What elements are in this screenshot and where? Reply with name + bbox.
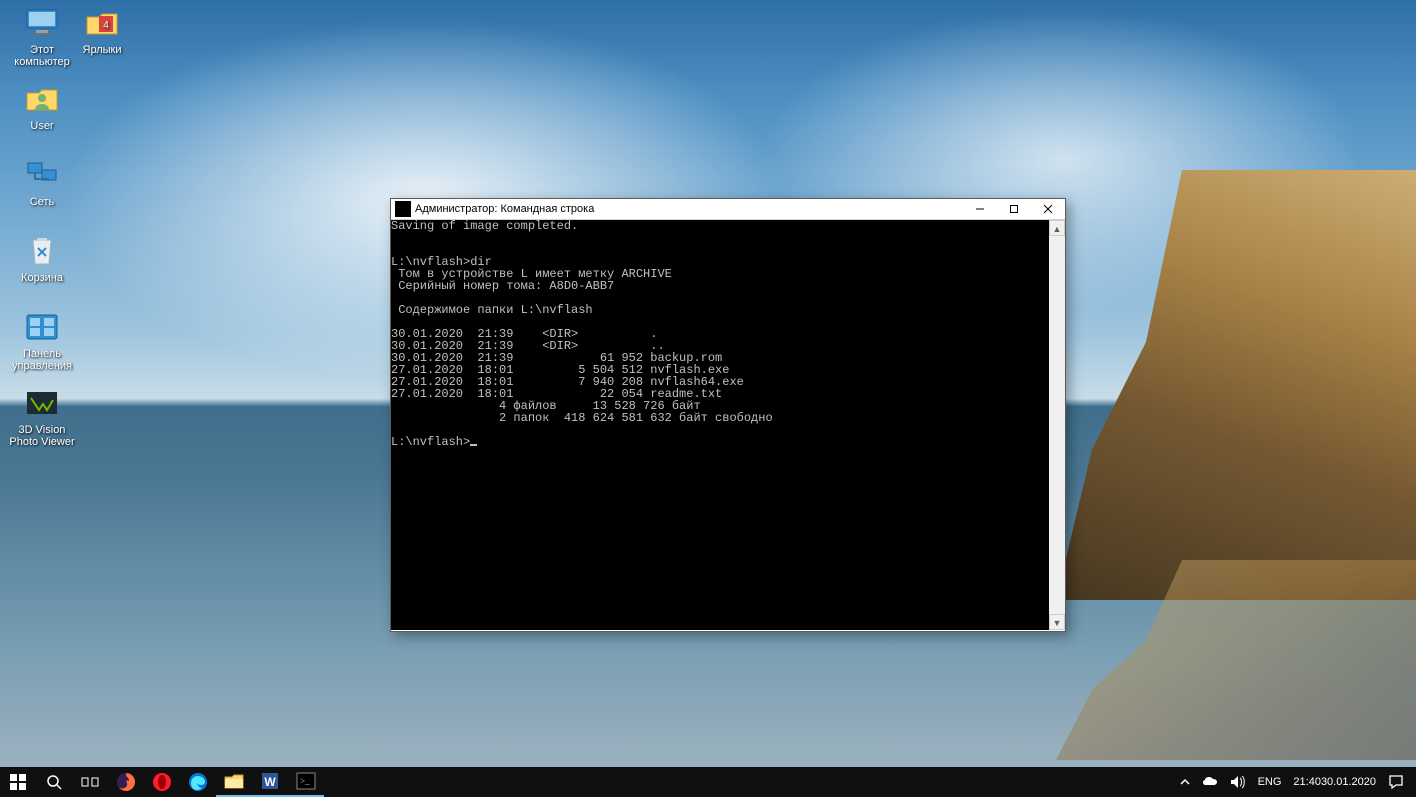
terminal-text: Saving of image completed. L:\nvflash>di…: [391, 220, 773, 449]
desktop-icon-shortcuts[interactable]: 4 Ярлыки: [66, 4, 138, 76]
taskbar[interactable]: W >_ ENG 21:40 30.01.2020: [0, 767, 1416, 797]
tray-time: 21:40: [1293, 776, 1321, 788]
desktop[interactable]: Этоткомпьютер User Сеть Корзина Панельуп…: [0, 0, 1416, 797]
taskbar-firefox[interactable]: [108, 767, 144, 797]
tray-overflow-button[interactable]: [1174, 767, 1196, 797]
close-button[interactable]: [1031, 199, 1065, 219]
tray-onedrive-icon[interactable]: [1196, 767, 1224, 797]
scroll-up-button[interactable]: ▲: [1049, 220, 1065, 236]
tray-volume-icon[interactable]: [1224, 767, 1252, 797]
terminal-output[interactable]: Saving of image completed. L:\nvflash>di…: [391, 220, 1049, 630]
desktop-icons-col2: 4 Ярлыки: [66, 4, 138, 80]
desktop-icon-3dvision[interactable]: 3D VisionPhoto Viewer: [6, 384, 78, 456]
pc-icon: [23, 4, 61, 42]
wallpaper-cliff: [1056, 170, 1416, 600]
svg-text:>_: >_: [300, 776, 310, 786]
taskbar-opera[interactable]: [144, 767, 180, 797]
terminal-cursor: [470, 444, 477, 446]
desktop-icon-label: Сеть: [30, 196, 54, 208]
system-tray: ENG 21:40 30.01.2020: [1174, 767, 1416, 797]
folder-user-icon: [23, 80, 61, 118]
svg-text:4: 4: [103, 20, 109, 31]
recycle-bin-icon: [23, 232, 61, 270]
tray-date: 30.01.2020: [1321, 776, 1376, 788]
window-titlebar[interactable]: Администратор: Командная строка: [391, 199, 1065, 220]
tray-language[interactable]: ENG: [1252, 767, 1288, 797]
taskbar-cmd[interactable]: >_: [288, 767, 324, 797]
terminal-area: Saving of image completed. L:\nvflash>di…: [391, 220, 1065, 630]
taskbar-edge[interactable]: [180, 767, 216, 797]
desktop-icon-label: Панельуправления: [12, 348, 72, 372]
desktop-icon-user-folder[interactable]: User: [6, 80, 78, 152]
desktop-icon-label: Этоткомпьютер: [14, 44, 69, 68]
desktop-icon-label: 3D VisionPhoto Viewer: [9, 424, 74, 448]
desktop-icon-label: Ярлыки: [83, 44, 122, 56]
cmd-icon: [395, 201, 411, 217]
desktop-icon-label: Корзина: [21, 272, 63, 284]
desktop-icon-network[interactable]: Сеть: [6, 156, 78, 228]
desktop-icon-recycle-bin[interactable]: Корзина: [6, 232, 78, 304]
desktop-icon-label: User: [30, 120, 53, 132]
svg-text:W: W: [264, 775, 276, 789]
tray-clock[interactable]: 21:40 30.01.2020: [1287, 767, 1382, 797]
tray-action-center[interactable]: [1382, 767, 1410, 797]
maximize-button[interactable]: [997, 199, 1031, 219]
cmd-window[interactable]: Администратор: Командная строка Saving o…: [390, 198, 1066, 632]
scroll-track[interactable]: [1049, 236, 1065, 614]
taskbar-word[interactable]: W: [252, 767, 288, 797]
task-view-button[interactable]: [72, 767, 108, 797]
tray-language-label: ENG: [1258, 776, 1282, 788]
window-title: Администратор: Командная строка: [415, 203, 963, 215]
window-controls: [963, 199, 1065, 219]
terminal-scrollbar[interactable]: ▲ ▼: [1049, 220, 1065, 630]
minimize-button[interactable]: [963, 199, 997, 219]
scroll-down-button[interactable]: ▼: [1049, 614, 1065, 630]
control-panel-icon: [23, 308, 61, 346]
desktop-icon-control-panel[interactable]: Панельуправления: [6, 308, 78, 380]
taskbar-file-explorer[interactable]: [216, 767, 252, 797]
start-button[interactable]: [0, 767, 36, 797]
search-button[interactable]: [36, 767, 72, 797]
show-desktop-button[interactable]: [1410, 767, 1416, 797]
network-icon: [23, 156, 61, 194]
nvidia-3dvision-icon: [23, 384, 61, 422]
folder-shortcuts-icon: 4: [83, 4, 121, 42]
